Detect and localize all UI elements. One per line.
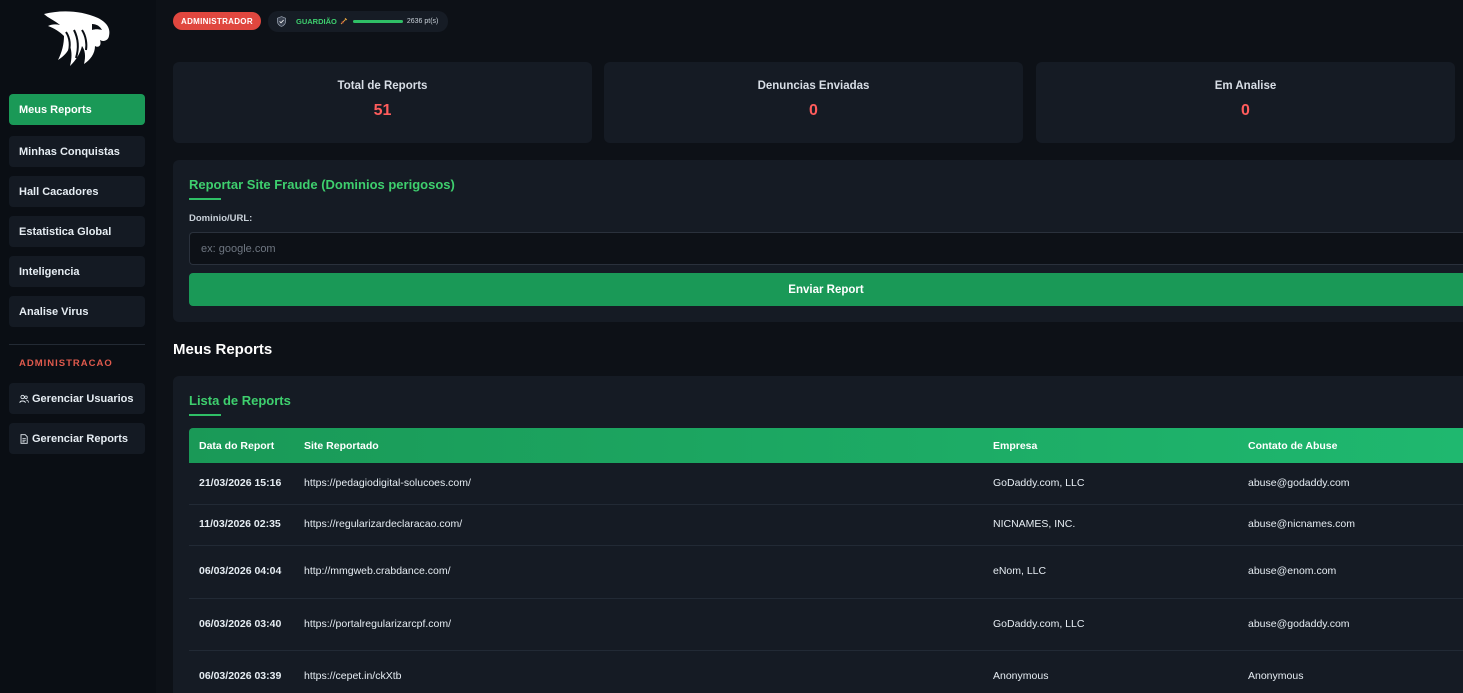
reports-list-panel: Lista de Reports Data do Report Site Rep… (173, 376, 1463, 693)
stat-card-denuncias-enviadas: Denuncias Enviadas 0 (604, 62, 1023, 143)
sidebar-divider (9, 344, 145, 345)
sidebar-item-analise-virus[interactable]: Analise Virus (9, 296, 145, 327)
role-badge: ADMINISTRADOR (173, 12, 261, 30)
table-row[interactable]: 21/03/2026 15:16 https://pedagiodigital-… (189, 463, 1463, 505)
sword-icon (340, 17, 348, 27)
cell-date: 06/03/2026 03:39 (199, 669, 282, 682)
sidebar-item-label: Gerenciar Reports (32, 432, 128, 445)
table-row[interactable]: 11/03/2026 02:35 https://regularizardecl… (189, 505, 1463, 546)
rank-name: GUARDIÃO (296, 17, 337, 26)
cell-site: https://pedagiodigital-solucoes.com/ (304, 476, 471, 489)
cell-date: 11/03/2026 02:35 (199, 518, 281, 531)
sidebar-item-minhas-conquistas[interactable]: Minhas Conquistas (9, 136, 145, 167)
sidebar-item-hall-cacadores[interactable]: Hall Cacadores (9, 176, 145, 207)
title-underline (189, 198, 221, 200)
sidebar-item-gerenciar-usuarios[interactable]: Gerenciar Usuarios (9, 383, 145, 414)
cell-site: https://regularizardeclaracao.com/ (304, 518, 463, 531)
cell-site: http://mmgweb.crabdance.com/ (304, 565, 451, 578)
stat-value: 0 (1241, 102, 1250, 119)
cell-abuse-contact: abuse@godaddy.com (1248, 617, 1350, 630)
my-reports-heading: Meus Reports (173, 341, 273, 358)
table-row[interactable]: 06/03/2026 04:04 http://mmgweb.crabdance… (189, 546, 1463, 599)
stat-value: 51 (373, 102, 392, 119)
stat-value: 0 (809, 102, 818, 119)
column-header-abuse-contact[interactable]: Contato de Abuse (1248, 428, 1337, 463)
stat-label: Denuncias Enviadas (757, 80, 870, 92)
cell-company: NICNAMES, INC. (993, 518, 1076, 531)
cell-site: https://cepet.in/ckXtb (304, 669, 402, 682)
sidebar-item-label: Meus Reports (19, 103, 92, 116)
cell-company: GoDaddy.com, LLC (993, 476, 1085, 489)
reports-list-title: Lista de Reports (189, 393, 291, 408)
column-header-site[interactable]: Site Reportado (304, 428, 379, 463)
report-form-panel: Reportar Site Fraude (Dominios perigosos… (173, 160, 1463, 322)
sidebar-section-admin: ADMINISTRACAO (19, 358, 113, 369)
sidebar-item-gerenciar-reports[interactable]: Gerenciar Reports (9, 423, 145, 454)
sidebar-item-label: Analise Virus (19, 305, 89, 318)
column-header-company[interactable]: Empresa (993, 428, 1037, 463)
stat-card-em-analise: Em Analise 0 (1036, 62, 1455, 143)
table-row[interactable]: 06/03/2026 03:39 https://cepet.in/ckXtb … (189, 651, 1463, 693)
rank-progress-fill (352, 20, 403, 23)
document-icon (19, 433, 31, 444)
stat-label: Total de Reports (337, 80, 428, 92)
table-header: Data do Report Site Reportado Empresa Co… (189, 428, 1463, 463)
cell-date: 06/03/2026 03:40 (199, 617, 282, 630)
rank-status[interactable]: GUARDIÃO 2636 pt(s) (268, 11, 448, 32)
rank-progress-bar (352, 20, 403, 23)
sidebar: Meus Reports Minhas Conquistas Hall Caca… (0, 0, 156, 693)
users-icon (19, 394, 31, 404)
send-report-button[interactable]: Enviar Report (189, 273, 1463, 306)
sidebar-item-label: Inteligencia (19, 265, 80, 278)
sidebar-item-inteligencia[interactable]: Inteligencia (9, 256, 145, 287)
sidebar-item-label: Estatistica Global (19, 225, 112, 238)
sidebar-item-estatistica-global[interactable]: Estatistica Global (9, 216, 145, 247)
cell-date: 06/03/2026 04:04 (199, 565, 282, 578)
cell-company: GoDaddy.com, LLC (993, 617, 1085, 630)
table-row[interactable]: 06/03/2026 03:40 https://portalregulariz… (189, 599, 1463, 651)
cell-abuse-contact: Anonymous (1248, 669, 1304, 682)
sidebar-item-label: Gerenciar Usuarios (32, 392, 134, 405)
rank-points: 2636 pt(s) (406, 18, 439, 25)
column-header-date[interactable]: Data do Report (199, 428, 274, 463)
cell-company: eNom, LLC (993, 565, 1047, 578)
cell-abuse-contact: abuse@enom.com (1248, 565, 1337, 578)
sidebar-item-label: Minhas Conquistas (19, 145, 120, 158)
cell-company: Anonymous (993, 669, 1049, 682)
rank-shield-icon (276, 16, 287, 27)
report-form-title: Reportar Site Fraude (Dominios perigosos… (189, 177, 455, 192)
cell-date: 21/03/2026 15:16 (199, 476, 282, 489)
cell-abuse-contact: abuse@nicnames.com (1248, 518, 1355, 531)
domain-url-input[interactable] (189, 232, 1463, 265)
title-underline (189, 414, 221, 416)
domain-url-label: Dominio/URL: (189, 213, 253, 224)
eagle-logo-icon[interactable] (40, 8, 114, 70)
stat-label: Em Analise (1214, 80, 1277, 92)
cell-site: https://portalregularizarcpf.com/ (304, 617, 452, 630)
cell-abuse-contact: abuse@godaddy.com (1248, 476, 1350, 489)
stat-card-total-reports: Total de Reports 51 (173, 62, 592, 143)
sidebar-item-label: Hall Cacadores (19, 185, 99, 198)
sidebar-item-meus-reports[interactable]: Meus Reports (9, 94, 145, 125)
